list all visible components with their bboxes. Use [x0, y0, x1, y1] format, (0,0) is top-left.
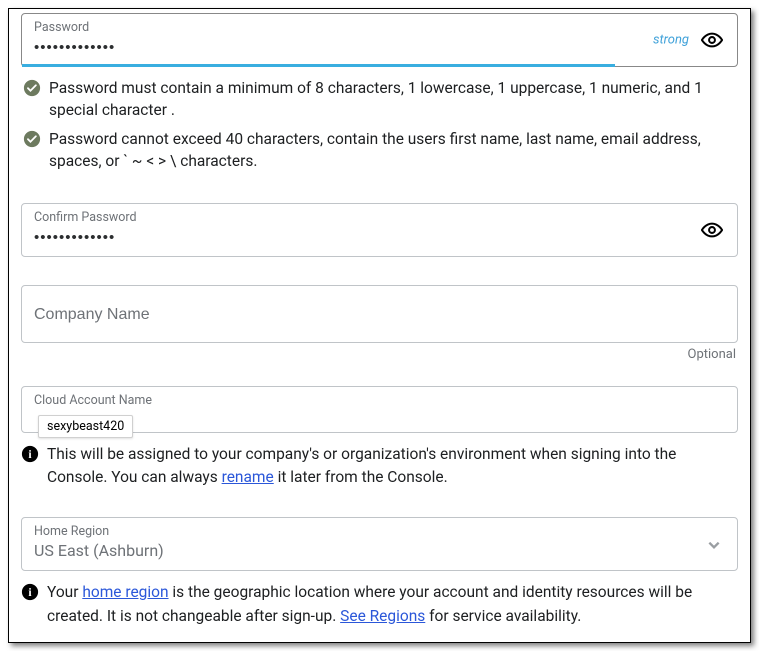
- helper-text: it later from the Console.: [274, 468, 448, 486]
- confirm-password-input[interactable]: [34, 229, 725, 246]
- company-input[interactable]: [34, 306, 725, 324]
- home-region-select[interactable]: Home Region US East (Ashburn): [21, 517, 738, 571]
- check-icon: [23, 130, 41, 148]
- rule-item: Password cannot exceed 40 characters, co…: [23, 128, 736, 173]
- cloud-account-label: Cloud Account Name: [34, 393, 725, 408]
- company-field[interactable]: [21, 285, 738, 343]
- eye-icon[interactable]: [701, 219, 723, 241]
- info-icon: i: [21, 583, 39, 601]
- password-input[interactable]: [34, 39, 725, 56]
- rename-link[interactable]: rename: [222, 468, 274, 486]
- rule-item: Password must contain a minimum of 8 cha…: [23, 77, 736, 122]
- password-field[interactable]: Password strong: [21, 13, 738, 67]
- helper-text: Your: [47, 583, 82, 601]
- cloud-account-field[interactable]: Cloud Account Name sexybeast420: [21, 386, 738, 433]
- cloud-account-helper: i This will be assigned to your company'…: [21, 443, 738, 490]
- autofill-suggestion[interactable]: sexybeast420: [38, 415, 133, 438]
- home-region-link[interactable]: home region: [82, 583, 168, 601]
- helper-text: for service availability.: [425, 607, 581, 625]
- eye-icon[interactable]: [701, 29, 723, 51]
- rule-text: Password must contain a minimum of 8 cha…: [49, 77, 736, 122]
- password-rules: Password must contain a minimum of 8 cha…: [23, 77, 736, 173]
- see-regions-link[interactable]: See Regions: [340, 607, 425, 625]
- password-label: Password: [34, 20, 725, 35]
- check-icon: [23, 79, 41, 97]
- password-strength: strong: [653, 33, 689, 48]
- chevron-down-icon[interactable]: [707, 537, 721, 551]
- info-icon: i: [21, 445, 39, 463]
- password-focus-underline: [22, 64, 615, 67]
- company-optional-label: Optional: [21, 347, 736, 362]
- home-region-label: Home Region: [34, 524, 725, 539]
- home-region-helper: i Your home region is the geographic loc…: [21, 581, 738, 628]
- confirm-password-label: Confirm Password: [34, 210, 725, 225]
- home-region-value: US East (Ashburn): [34, 541, 725, 560]
- rule-text: Password cannot exceed 40 characters, co…: [49, 128, 736, 173]
- confirm-password-field[interactable]: Confirm Password: [21, 203, 738, 257]
